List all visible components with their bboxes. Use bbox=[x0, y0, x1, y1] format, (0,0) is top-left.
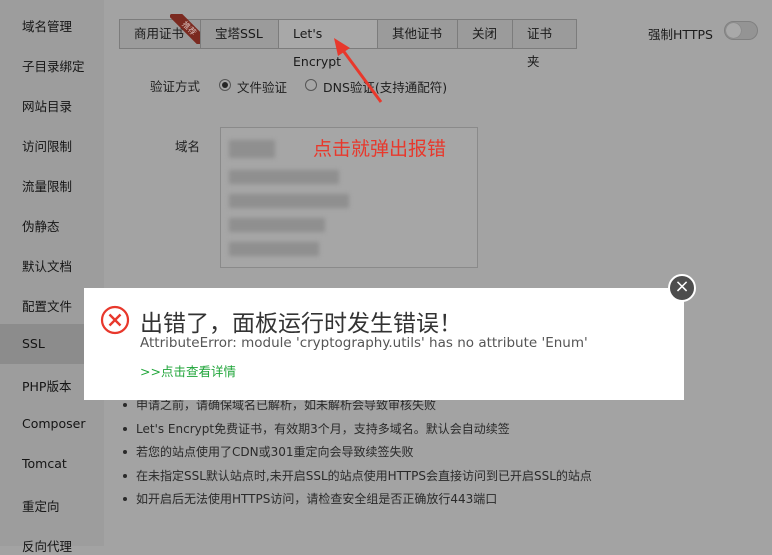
tip-item: 在未指定SSL默认站点时,未开启SSL的站点使用HTTPS会直接访问到已开启SS… bbox=[122, 467, 592, 491]
sidebar-item-subdir[interactable]: 子目录绑定 bbox=[22, 56, 85, 75]
tips-list: 申请之前，请确保域名已解析，如未解析会导致审核失败 Let's Encrypt免… bbox=[122, 396, 592, 514]
verify-method-label: 验证方式 bbox=[150, 79, 201, 94]
toggle-knob bbox=[726, 23, 741, 38]
blurred-domain bbox=[229, 170, 339, 184]
radio-dns-verify[interactable] bbox=[305, 79, 317, 91]
blurred-domain bbox=[229, 140, 275, 158]
blurred-domain bbox=[229, 242, 319, 256]
sidebar-item-access-limit[interactable]: 访问限制 bbox=[22, 136, 72, 155]
tab-close[interactable]: 关闭 bbox=[458, 20, 513, 48]
error-icon bbox=[100, 305, 130, 335]
tab-other-cert[interactable]: 其他证书 bbox=[378, 20, 458, 48]
recommend-badge: 推荐 bbox=[170, 14, 200, 44]
sidebar-item-redirect[interactable]: 重定向 bbox=[22, 496, 60, 515]
error-message: AttributeError: module 'cryptography.uti… bbox=[140, 335, 588, 351]
radio-file-verify[interactable] bbox=[219, 79, 231, 91]
force-https-label: 强制HTTPS bbox=[648, 27, 713, 42]
error-title: 出错了，面板运行时发生错误！ bbox=[140, 311, 462, 337]
sidebar-item-tomcat[interactable]: Tomcat bbox=[22, 456, 67, 471]
sidebar-item-php[interactable]: PHP版本 bbox=[22, 376, 71, 395]
force-https-toggle[interactable] bbox=[724, 21, 758, 40]
tip-item: 若您的站点使用了CDN或301重定向会导致续签失败 bbox=[122, 443, 592, 467]
sidebar-item-ssl[interactable]: SSL bbox=[22, 336, 45, 351]
close-icon[interactable]: × bbox=[668, 274, 696, 302]
tab-cert-folder[interactable]: 证书夹 bbox=[513, 20, 576, 69]
domain-label: 域名 bbox=[175, 139, 201, 154]
annotation-text: 点击就弹出报错 bbox=[313, 138, 447, 160]
blurred-domain bbox=[229, 194, 349, 208]
sidebar-item-site-dir[interactable]: 网站目录 bbox=[22, 96, 72, 115]
sidebar-item-rewrite[interactable]: 伪静态 bbox=[22, 216, 60, 235]
sidebar-item-config[interactable]: 配置文件 bbox=[22, 296, 72, 315]
sidebar-item-default-doc[interactable]: 默认文档 bbox=[22, 256, 72, 275]
tip-item: 如开启后无法使用HTTPS访问，请检查安全组是否正确放行443端口 bbox=[122, 490, 592, 514]
blurred-domain bbox=[229, 218, 325, 232]
sidebar-item-domain[interactable]: 域名管理 bbox=[22, 16, 72, 35]
file-verify-label: 文件验证 bbox=[237, 80, 288, 95]
annotation-arrow bbox=[334, 38, 383, 103]
recommend-ribbon: 推荐 bbox=[170, 14, 200, 44]
view-details-link[interactable]: >>点击查看详情 bbox=[140, 361, 236, 380]
tip-item: Let's Encrypt免费证书，有效期3个月，支持多域名。默认会自动续签 bbox=[122, 420, 592, 444]
sidebar: 域名管理 子目录绑定 网站目录 访问限制 流量限制 伪静态 默认文档 配置文件 … bbox=[0, 0, 104, 554]
sidebar-item-composer[interactable]: Composer bbox=[22, 416, 85, 431]
sidebar-item-traffic-limit[interactable]: 流量限制 bbox=[22, 176, 72, 195]
tab-bt-ssl[interactable]: 宝塔SSL bbox=[201, 20, 279, 48]
